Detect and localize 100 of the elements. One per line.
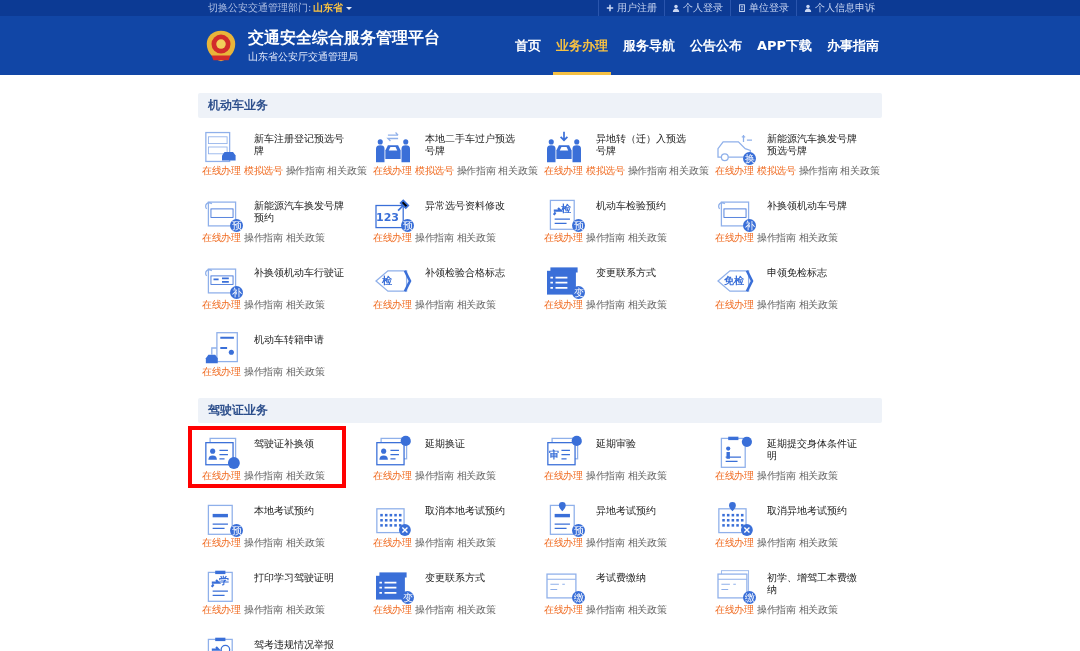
- service-link[interactable]: 操作指南: [585, 299, 625, 311]
- service-link[interactable]: 相关政策: [798, 232, 838, 244]
- service-title[interactable]: 新车注册登记预选号牌: [254, 133, 344, 157]
- service-link[interactable]: 在线办理: [202, 537, 241, 549]
- nav-tab[interactable]: 服务导航: [619, 16, 678, 75]
- service-link[interactable]: 操作指南: [243, 232, 283, 244]
- service-link[interactable]: 相关政策: [627, 537, 667, 549]
- service-link[interactable]: 操作指南: [243, 299, 283, 311]
- service-link[interactable]: 在线办理: [373, 470, 412, 482]
- service-link[interactable]: 操作指南: [243, 537, 283, 549]
- service-link[interactable]: 相关政策: [285, 470, 325, 482]
- service-link[interactable]: 相关政策: [456, 232, 496, 244]
- service-link[interactable]: 在线办理: [202, 604, 241, 616]
- service-title[interactable]: 取消异地考试预约: [767, 505, 857, 517]
- service-link[interactable]: 模拟选号: [756, 165, 796, 177]
- service-link[interactable]: 相关政策: [498, 165, 538, 177]
- nav-tab[interactable]: 公告公布: [686, 16, 745, 75]
- service-title[interactable]: 变更联系方式: [425, 572, 515, 584]
- service-link[interactable]: 相关政策: [327, 165, 367, 177]
- service-link[interactable]: 操作指南: [585, 470, 625, 482]
- service-title[interactable]: 异常选号资料修改: [425, 200, 515, 212]
- service-title[interactable]: 变更联系方式: [596, 267, 686, 279]
- nav-tab[interactable]: 办事指南: [824, 16, 882, 75]
- service-title[interactable]: 异地转（迁）入预选号牌: [596, 133, 686, 157]
- service-link[interactable]: 在线办理: [715, 537, 754, 549]
- service-link[interactable]: 相关政策: [285, 537, 325, 549]
- service-link[interactable]: 操作指南: [585, 604, 625, 616]
- service-link[interactable]: 相关政策: [798, 537, 838, 549]
- service-link[interactable]: 操作指南: [414, 537, 454, 549]
- service-link[interactable]: 在线办理: [715, 604, 754, 616]
- service-link[interactable]: 操作指南: [756, 604, 796, 616]
- service-link[interactable]: 操作指南: [414, 470, 454, 482]
- service-link[interactable]: 相关政策: [627, 604, 667, 616]
- region-dropdown[interactable]: 山东省: [311, 1, 353, 15]
- nav-tab[interactable]: 业务办理: [552, 16, 611, 75]
- service-link[interactable]: 模拟选号: [585, 165, 625, 177]
- service-link[interactable]: 操作指南: [756, 470, 796, 482]
- service-link[interactable]: 相关政策: [627, 470, 667, 482]
- service-link[interactable]: 在线办理: [715, 165, 754, 177]
- service-link[interactable]: 在线办理: [202, 299, 241, 311]
- service-title[interactable]: 取消本地考试预约: [425, 505, 515, 517]
- service-link[interactable]: 相关政策: [840, 165, 880, 177]
- nav-tab[interactable]: 首页: [511, 16, 544, 75]
- service-link[interactable]: 在线办理: [202, 366, 241, 378]
- service-title[interactable]: 补换领机动车号牌: [767, 200, 857, 212]
- service-link[interactable]: 相关政策: [285, 299, 325, 311]
- service-title[interactable]: 初学、增驾工本费缴纳: [767, 572, 857, 596]
- service-title[interactable]: 驾考违规情况举报: [254, 639, 344, 651]
- service-link[interactable]: 在线办理: [544, 232, 583, 244]
- service-link[interactable]: 相关政策: [627, 299, 667, 311]
- service-link[interactable]: 相关政策: [285, 604, 325, 616]
- service-link[interactable]: 操作指南: [456, 165, 496, 177]
- service-title[interactable]: 异地考试预约: [596, 505, 686, 517]
- service-link[interactable]: 操作指南: [414, 604, 454, 616]
- service-link[interactable]: 相关政策: [798, 604, 838, 616]
- service-link[interactable]: 在线办理: [202, 470, 241, 482]
- service-title[interactable]: 打印学习驾驶证明: [254, 572, 344, 584]
- service-title[interactable]: 驾驶证补换领: [254, 438, 344, 450]
- service-link[interactable]: 操作指南: [585, 232, 625, 244]
- service-link[interactable]: 在线办理: [544, 470, 583, 482]
- service-link[interactable]: 操作指南: [243, 366, 283, 378]
- service-link[interactable]: 操作指南: [243, 604, 283, 616]
- service-link[interactable]: 相关政策: [456, 604, 496, 616]
- service-link[interactable]: 在线办理: [202, 165, 241, 177]
- service-link[interactable]: 在线办理: [373, 299, 412, 311]
- service-title[interactable]: 机动车转籍申请: [254, 334, 344, 346]
- service-link[interactable]: 在线办理: [202, 232, 241, 244]
- service-link[interactable]: 操作指南: [243, 470, 283, 482]
- service-link[interactable]: 操作指南: [756, 299, 796, 311]
- service-link[interactable]: 模拟选号: [414, 165, 454, 177]
- service-link[interactable]: 在线办理: [544, 299, 583, 311]
- service-link[interactable]: 操作指南: [756, 537, 796, 549]
- service-link[interactable]: 在线办理: [544, 165, 583, 177]
- service-title[interactable]: 延期换证: [425, 438, 515, 450]
- service-title[interactable]: 本地考试预约: [254, 505, 344, 517]
- service-link[interactable]: 相关政策: [669, 165, 709, 177]
- service-title[interactable]: 补换领机动车行驶证: [254, 267, 344, 279]
- service-link[interactable]: 相关政策: [798, 299, 838, 311]
- service-link[interactable]: 相关政策: [456, 299, 496, 311]
- service-title[interactable]: 考试费缴纳: [596, 572, 686, 584]
- service-link[interactable]: 在线办理: [715, 232, 754, 244]
- service-link[interactable]: 相关政策: [285, 232, 325, 244]
- service-link[interactable]: 操作指南: [414, 299, 454, 311]
- service-link[interactable]: 相关政策: [456, 470, 496, 482]
- service-link[interactable]: 操作指南: [585, 537, 625, 549]
- service-link[interactable]: 相关政策: [456, 537, 496, 549]
- service-link[interactable]: 在线办理: [715, 299, 754, 311]
- service-link[interactable]: 操作指南: [756, 232, 796, 244]
- service-title[interactable]: 本地二手车过户预选号牌: [425, 133, 515, 157]
- service-title[interactable]: 延期提交身体条件证明: [767, 438, 857, 462]
- service-link[interactable]: 在线办理: [373, 165, 412, 177]
- service-title[interactable]: 延期审验: [596, 438, 686, 450]
- service-link[interactable]: 在线办理: [715, 470, 754, 482]
- service-link[interactable]: 操作指南: [627, 165, 667, 177]
- service-link[interactable]: 相关政策: [627, 232, 667, 244]
- service-link[interactable]: 操作指南: [414, 232, 454, 244]
- service-link[interactable]: 在线办理: [544, 604, 583, 616]
- service-title[interactable]: 新能源汽车换发号牌预选号牌: [767, 133, 857, 157]
- service-link[interactable]: 在线办理: [373, 604, 412, 616]
- service-link[interactable]: 在线办理: [544, 537, 583, 549]
